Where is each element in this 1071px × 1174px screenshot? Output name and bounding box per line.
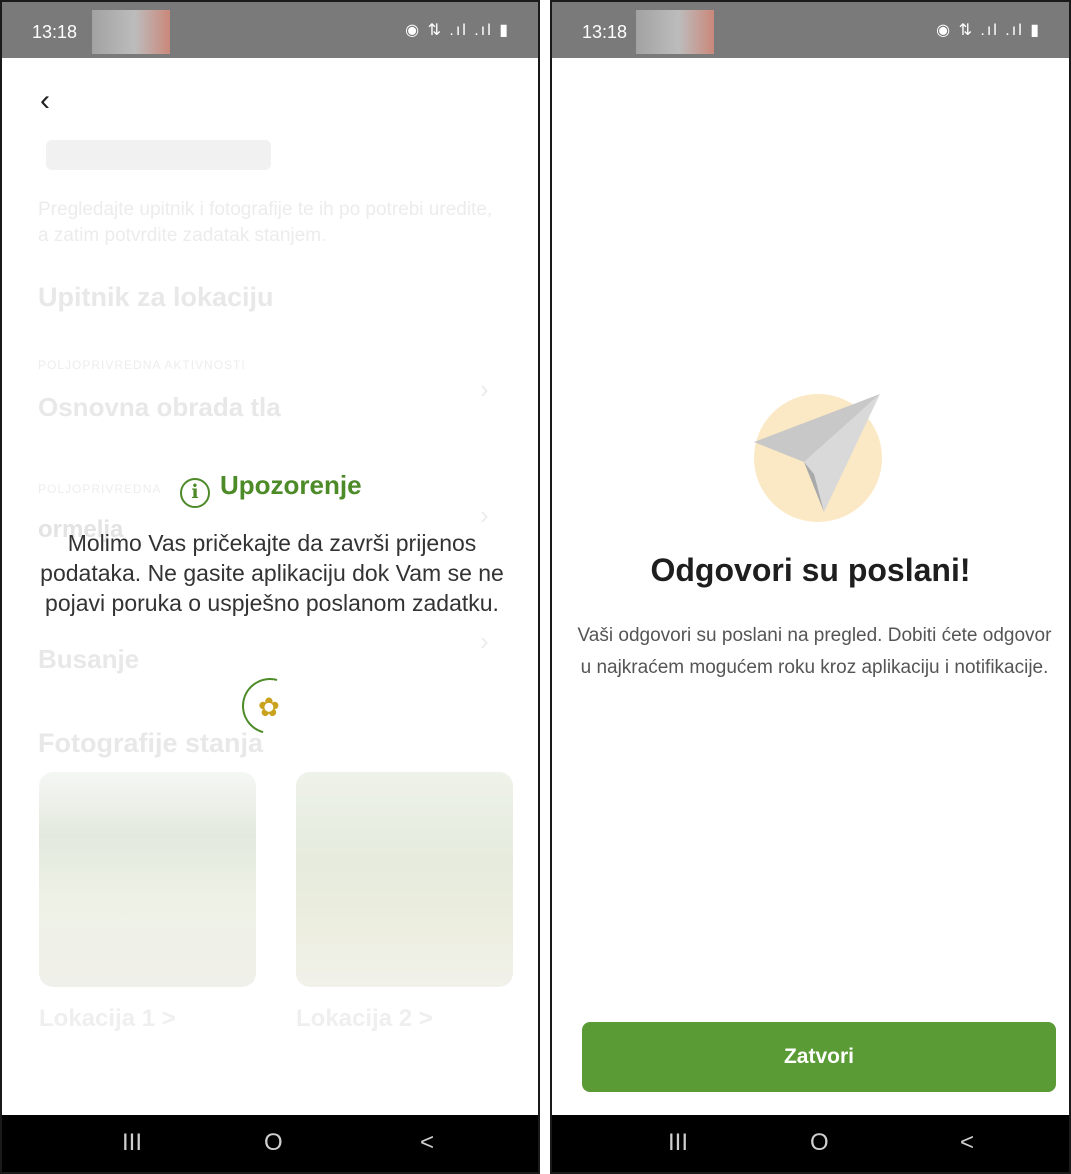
warning-title: i Upozorenje <box>180 470 362 508</box>
location-photo[interactable] <box>296 772 513 987</box>
chevron-left-icon[interactable]: ‹ <box>40 84 50 118</box>
paper-plane-icon <box>754 394 882 522</box>
questionnaire-heading: Upitnik za lokaciju <box>38 282 274 312</box>
photo-label[interactable]: Lokacija 2 > <box>296 1005 433 1033</box>
recents-icon[interactable]: III <box>668 1129 688 1157</box>
chevron-right-icon[interactable]: › <box>480 626 489 657</box>
status-blur <box>636 10 714 54</box>
item-title[interactable]: Osnovna obrada tla <box>38 392 281 423</box>
flower-icon: ✿ <box>258 692 280 722</box>
warning-message: Molimo Vas pričekajte da završi prijenos… <box>40 530 504 616</box>
recents-icon[interactable]: III <box>122 1129 142 1157</box>
system-nav-bar: III O < <box>2 1115 538 1172</box>
status-bar: 13:18 ◉ ⇅ .ıl .ıl ▮ <box>552 2 1069 58</box>
success-title: Odgovori su poslani! <box>650 552 971 588</box>
info-icon: i <box>180 478 210 508</box>
item-title[interactable]: Busanje <box>38 644 139 675</box>
back-nav-icon[interactable]: < <box>420 1129 434 1157</box>
warning-title-text: Upozorenje <box>220 470 362 500</box>
close-button[interactable]: Zatvori <box>582 1022 1056 1092</box>
home-icon[interactable]: O <box>810 1129 829 1157</box>
page-title-blurred <box>46 140 271 170</box>
chevron-right-icon[interactable]: › <box>480 374 489 405</box>
item-category: POLJOPRIVREDNA AKTIVNOSTI <box>38 358 246 372</box>
location-photo[interactable] <box>39 772 256 987</box>
item-category: POLJOPRIVREDNA <box>38 482 162 496</box>
status-time: 13:18 <box>32 22 78 42</box>
left-phone-screen: 13:18 ◉ ⇅ .ıl .ıl ▮ ‹ Pregledajte upitni… <box>0 0 540 1174</box>
status-bar: 13:18 ◉ ⇅ .ıl .ıl ▮ <box>2 2 538 58</box>
status-icons: ◉ ⇅ .ıl .ıl ▮ <box>405 22 510 39</box>
photos-heading: Fotografije stanja <box>38 728 264 758</box>
status-blur <box>92 10 170 54</box>
status-time: 13:18 <box>582 22 628 42</box>
right-phone-screen: 13:18 ◉ ⇅ .ıl .ıl ▮ Odgovori su poslani!… <box>550 0 1071 1174</box>
chevron-right-icon[interactable]: › <box>480 500 489 531</box>
success-message: Vaši odgovori su poslani na pregled. Dob… <box>577 625 1052 678</box>
description-text: Pregledajte upitnik i fotografije te ih … <box>38 199 493 246</box>
system-nav-bar: III O < <box>552 1115 1069 1172</box>
status-icons: ◉ ⇅ .ıl .ıl ▮ <box>936 22 1041 39</box>
home-icon[interactable]: O <box>264 1129 283 1157</box>
photo-label[interactable]: Lokacija 1 > <box>39 1005 176 1033</box>
back-nav-icon[interactable]: < <box>960 1129 974 1157</box>
